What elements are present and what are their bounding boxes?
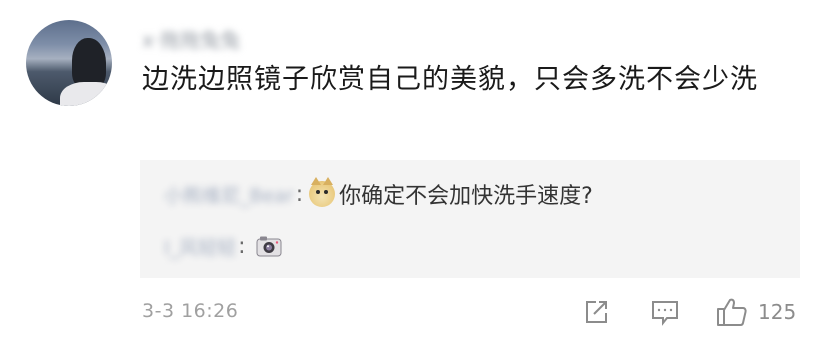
avatar-figure	[72, 38, 106, 88]
reply-section[interactable]: 小熊维尼_Bear : 你确定不会加快洗手速度? I_风轻轻 :	[140, 160, 800, 278]
share-icon	[586, 301, 607, 323]
thumbs-up-icon	[717, 298, 747, 326]
reply-item[interactable]: I_风轻轻 :	[164, 228, 282, 264]
comment-timestamp: 3-3 16:26	[142, 300, 239, 322]
reply-author[interactable]: 小熊维尼_Bear	[164, 181, 294, 208]
comment-text: 边洗边照镜子欣赏自己的美貌，只会多洗不会少洗	[142, 64, 758, 95]
like-button[interactable]: 125	[716, 296, 796, 328]
share-button[interactable]	[582, 296, 610, 328]
avatar-shirt	[60, 82, 112, 106]
comment-icon	[652, 301, 678, 326]
reply-text: 你确定不会加快洗手速度?	[339, 184, 593, 209]
reply-author[interactable]: I_风轻轻	[164, 233, 236, 260]
reply-item[interactable]: 小熊维尼_Bear : 你确定不会加快洗手速度?	[164, 176, 593, 212]
doge-emoji-icon	[309, 177, 336, 207]
reply-colon: :	[238, 233, 246, 259]
avatar[interactable]	[26, 20, 112, 106]
username-text: x·拖拖兔兔	[142, 27, 241, 52]
username[interactable]: x·拖拖兔兔	[142, 25, 282, 52]
like-count: 125	[758, 300, 797, 324]
camera-emoji-icon[interactable]	[256, 235, 282, 257]
comment-button[interactable]	[650, 296, 680, 328]
reply-colon: :	[295, 181, 304, 207]
